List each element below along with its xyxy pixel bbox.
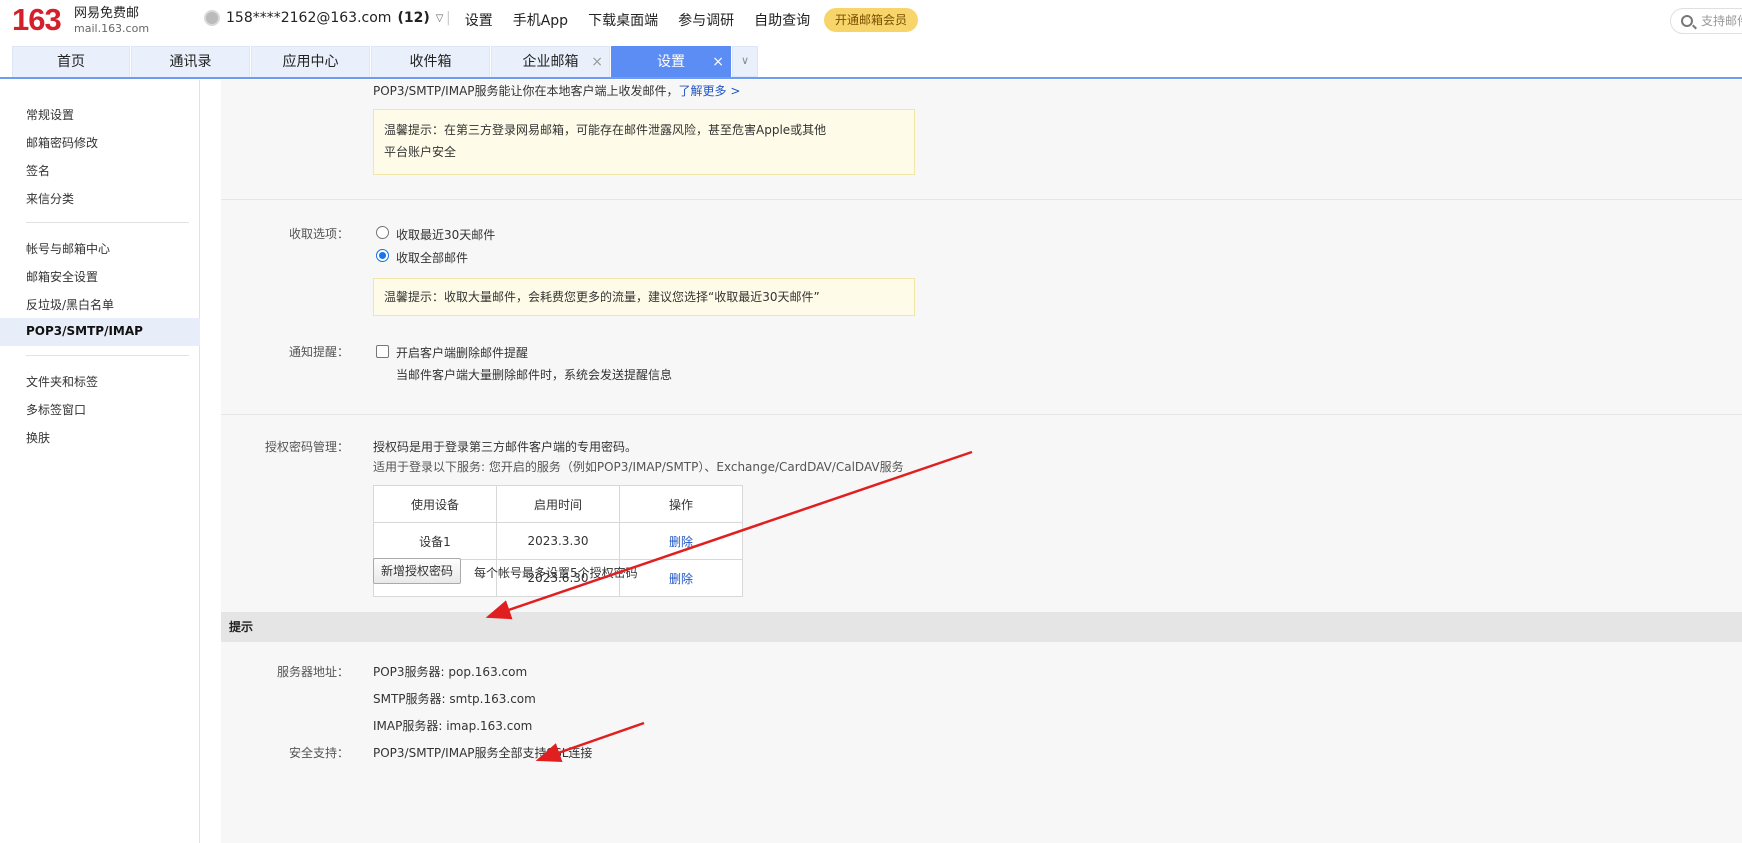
close-icon[interactable]: ×: [591, 47, 603, 77]
sidebar-item-multitab[interactable]: 多标签窗口: [26, 401, 86, 418]
table-header-enabled-time: 启用时间: [496, 485, 620, 523]
chevron-down-icon: ▽: [435, 12, 444, 24]
tab-label: 收件箱: [409, 54, 452, 70]
auth-password-scope: 适用于登录以下服务: 您开启的服务（例如POP3/IMAP/SMTP）、Exch…: [373, 460, 904, 474]
sidebar-item-pop3-smtp-imap[interactable]: POP3/SMTP/IMAP: [26, 324, 143, 338]
learn-more-link[interactable]: 了解更多 >: [679, 84, 741, 98]
logo-text: 网易免费邮 mail.163.com: [74, 6, 149, 36]
imap-server: IMAP服务器: imap.163.com: [373, 719, 533, 733]
settings-content: POP3/SMTP/IMAP服务能让你在本地客户端上收发邮件，了解更多 > 温馨…: [201, 80, 1742, 843]
table-header-action: 操作: [619, 485, 743, 523]
traffic-tip: 温馨提示：收取大量邮件，会耗费您更多的流量，建议您选择“收取最近30天邮件”: [373, 278, 915, 316]
search-icon: [1681, 15, 1693, 27]
tips-section-heading: 提示: [221, 612, 1742, 642]
delete-alert-checkbox-label[interactable]: 开启客户端删除邮件提醒: [396, 344, 528, 361]
ssl-support-label: 安全支持：: [288, 746, 349, 760]
sidebar-item-general[interactable]: 常规设置: [26, 106, 74, 123]
radio-recent-30-days-label[interactable]: 收取最近30天邮件: [396, 226, 495, 243]
sidebar-divider: [26, 355, 189, 356]
logo-domain: mail.163.com: [74, 22, 150, 35]
account-menu[interactable]: 158****2162@163.com (12) ▽: [204, 10, 443, 26]
search-placeholder: 支持邮件: [1701, 14, 1742, 28]
table-header-row: 使用设备 启用时间 操作: [373, 485, 743, 523]
receive-options-label: 收取选项：: [288, 227, 349, 241]
search-input[interactable]: 支持邮件: [1670, 8, 1742, 34]
settings-sidebar: 常规设置 邮箱密码修改 签名 来信分类 帐号与邮箱中心 邮箱安全设置 反垃圾/黑…: [0, 80, 200, 843]
pop3-server: POP3服务器: pop.163.com: [373, 665, 528, 679]
auth-password-label: 授权密码管理：: [264, 440, 349, 454]
unread-count: (12): [397, 10, 430, 26]
radio-all-mail[interactable]: [376, 249, 389, 262]
tab-label: 设置: [657, 54, 685, 70]
service-intro: POP3/SMTP/IMAP服务能让你在本地客户端上收发邮件，了解更多 >: [373, 82, 740, 99]
service-intro-text: POP3/SMTP/IMAP服务能让你在本地客户端上收发邮件，: [373, 84, 679, 98]
nav-divider: |: [446, 10, 451, 26]
add-auth-password-button[interactable]: 新增授权密码: [373, 558, 461, 584]
nav-settings[interactable]: 设置: [465, 10, 493, 30]
delete-link[interactable]: 删除: [619, 522, 743, 560]
security-tip-line1: 温馨提示：在第三方登录网易邮箱，可能存在邮件泄露风险，甚至危害Apple或其他: [384, 123, 827, 137]
delete-alert-checkbox[interactable]: [376, 345, 389, 358]
vip-button[interactable]: 开通邮箱会员: [824, 8, 919, 32]
close-icon[interactable]: ×: [712, 47, 724, 77]
radio-recent-30-days[interactable]: [376, 226, 389, 239]
auth-password-limit-note: 每个帐号最多设置5个授权密码: [474, 566, 638, 580]
smtp-server: SMTP服务器: smtp.163.com: [373, 692, 536, 706]
sidebar-divider: [26, 222, 189, 223]
security-tip-line2: 平台账户安全: [384, 145, 457, 159]
auth-password-desc: 授权码是用于登录第三方邮件客户端的专用密码。: [373, 440, 638, 454]
delete-alert-description: 当邮件客户端大量删除邮件时，系统会发送提醒信息: [396, 368, 673, 382]
nav-self-service[interactable]: 自助查询: [754, 10, 810, 30]
tab-label: 通讯录: [169, 54, 212, 70]
device-name: 设备1: [373, 522, 497, 560]
tab-bar: 首页 通讯录 应用中心 收件箱 企业邮箱 × 设置 × ∨: [0, 46, 1742, 79]
sidebar-item-antispam[interactable]: 反垃圾/黑白名单: [26, 296, 114, 313]
table-header-device: 使用设备: [373, 485, 497, 523]
security-tip: 温馨提示：在第三方登录网易邮箱，可能存在邮件泄露风险，甚至危害Apple或其他 …: [373, 109, 915, 175]
server-address-label: 服务器地址：: [276, 665, 349, 679]
sidebar-item-folders[interactable]: 文件夹和标签: [26, 373, 98, 390]
notify-label: 通知提醒：: [288, 345, 349, 359]
top-nav: | 设置 手机App 下载桌面端 参与调研 自助查询: [446, 10, 810, 30]
tab-app-center[interactable]: 应用中心: [251, 46, 370, 77]
avatar-icon: [204, 10, 220, 26]
tab-inbox[interactable]: 收件箱: [371, 46, 490, 77]
nav-survey[interactable]: 参与调研: [678, 10, 734, 30]
sidebar-item-signature[interactable]: 签名: [26, 162, 50, 179]
logo-163[interactable]: 163: [12, 2, 62, 38]
section-divider: [221, 414, 1742, 415]
sidebar-item-mail-filter[interactable]: 来信分类: [26, 190, 74, 207]
tab-more-button[interactable]: ∨: [732, 46, 758, 77]
tab-enterprise-mail[interactable]: 企业邮箱 ×: [491, 46, 610, 77]
sidebar-item-password[interactable]: 邮箱密码修改: [26, 134, 98, 151]
tab-label: 首页: [57, 54, 85, 70]
nav-mobile-app[interactable]: 手机App: [513, 10, 568, 30]
enabled-time: 2023.3.30: [496, 522, 620, 560]
radio-all-mail-label[interactable]: 收取全部邮件: [396, 249, 468, 266]
ssl-support-text: POP3/SMTP/IMAP服务全部支持SSL连接: [373, 746, 593, 760]
tab-contacts[interactable]: 通讯录: [131, 46, 250, 77]
chevron-down-icon: ∨: [740, 54, 750, 67]
nav-desktop-download[interactable]: 下载桌面端: [588, 10, 658, 30]
account-email: 158****2162@163.com: [226, 10, 392, 26]
section-divider: [221, 199, 1742, 200]
sidebar-item-security[interactable]: 邮箱安全设置: [26, 268, 98, 285]
tab-settings[interactable]: 设置 ×: [611, 46, 731, 77]
logo-name: 网易免费邮: [74, 6, 140, 21]
tab-home[interactable]: 首页: [12, 46, 130, 77]
top-header: 163 网易免费邮 mail.163.com 158****2162@163.c…: [0, 0, 1742, 40]
sidebar-item-account-center[interactable]: 帐号与邮箱中心: [26, 240, 110, 257]
traffic-tip-text: 温馨提示：收取大量邮件，会耗费您更多的流量，建议您选择“收取最近30天邮件”: [384, 290, 820, 304]
table-row: 设备1 2023.3.30 删除: [373, 522, 743, 560]
tab-label: 应用中心: [282, 54, 339, 70]
sidebar-item-skin[interactable]: 换肤: [26, 429, 50, 446]
tab-label: 企业邮箱: [522, 54, 579, 70]
